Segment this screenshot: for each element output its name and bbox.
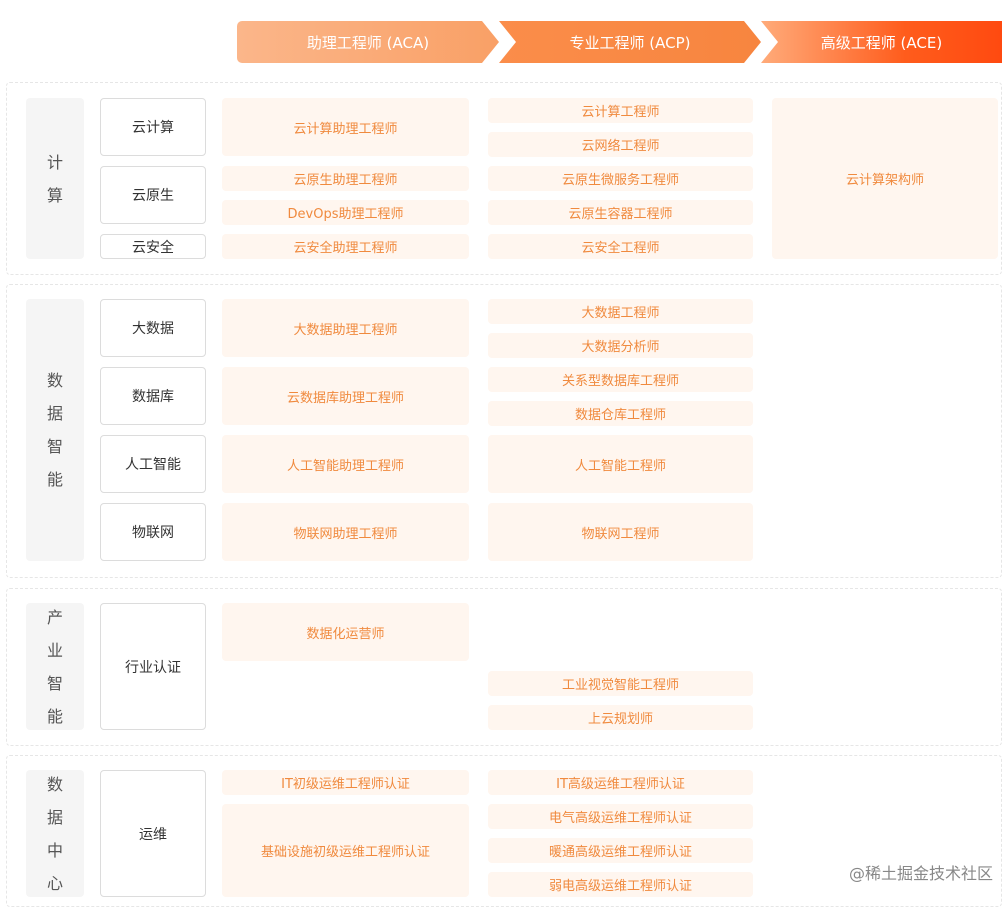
- cert-aca-cloud-native[interactable]: 云原生助理工程师: [222, 166, 469, 191]
- section-label-char: 智: [46, 437, 63, 456]
- cert-aca-iot[interactable]: 物联网助理工程师: [222, 503, 469, 561]
- section-label-char: 据: [46, 404, 63, 423]
- cert-aca-cloud-computing[interactable]: 云计算助理工程师: [222, 98, 469, 156]
- section-label-char: 数: [46, 774, 63, 794]
- section-label-data-intelligence: 数 据 智 能: [26, 299, 84, 561]
- subcategory-iot[interactable]: 物联网: [100, 503, 206, 561]
- cert-ace-cloud-architect[interactable]: 云计算架构师: [772, 98, 998, 259]
- cert-acp-big-data-analyst[interactable]: 大数据分析师: [488, 333, 753, 358]
- cert-acp-electrical-senior-ops[interactable]: 电气高级运维工程师认证: [488, 804, 753, 829]
- cert-acp-it-senior-ops[interactable]: IT高级运维工程师认证: [488, 770, 753, 795]
- cert-acp-industrial-vision[interactable]: 工业视觉智能工程师: [488, 671, 753, 696]
- section-label-char: 数: [46, 371, 63, 390]
- cert-acp-iot[interactable]: 物联网工程师: [488, 503, 753, 561]
- cert-aca-devops[interactable]: DevOps助理工程师: [222, 200, 469, 225]
- cert-aca-it-junior-ops[interactable]: IT初级运维工程师认证: [222, 770, 469, 795]
- cert-aca-infra-junior-ops[interactable]: 基础设施初级运维工程师认证: [222, 804, 469, 897]
- cert-aca-ai[interactable]: 人工智能助理工程师: [222, 435, 469, 493]
- section-label-industry-intelligence: 产 业 智 能: [26, 603, 84, 730]
- section-label-data-center: 数 据 中 心: [26, 770, 84, 897]
- subcategory-cloud-native[interactable]: 云原生: [100, 166, 206, 224]
- cert-acp-cloud-network[interactable]: 云网络工程师: [488, 132, 753, 157]
- section-label-char: 据: [46, 807, 63, 827]
- section-label-char: 智: [46, 673, 63, 693]
- cert-acp-data-warehouse[interactable]: 数据仓库工程师: [488, 401, 753, 426]
- level-acp-header: 专业工程师 (ACP): [499, 21, 761, 63]
- cert-acp-container[interactable]: 云原生容器工程师: [488, 200, 753, 225]
- section-label-char: 算: [46, 185, 63, 205]
- cert-acp-weak-current-senior-ops[interactable]: 弱电高级运维工程师认证: [488, 872, 753, 897]
- section-label-char: 中: [46, 840, 63, 860]
- section-label-char: 心: [46, 873, 63, 893]
- subcategory-industry-cert[interactable]: 行业认证: [100, 603, 206, 730]
- cert-acp-ai[interactable]: 人工智能工程师: [488, 435, 753, 493]
- subcategory-ops[interactable]: 运维: [100, 770, 206, 897]
- cert-aca-big-data[interactable]: 大数据助理工程师: [222, 299, 469, 357]
- section-label-compute: 计 算: [26, 98, 84, 259]
- section-label-char: 计: [46, 152, 63, 172]
- subcategory-cloud-security[interactable]: 云安全: [100, 234, 206, 259]
- level-aca-header: 助理工程师 (ACA): [237, 21, 499, 63]
- section-label-char: 产: [46, 607, 63, 627]
- cert-acp-big-data-engineer[interactable]: 大数据工程师: [488, 299, 753, 324]
- section-label-char: 业: [46, 640, 63, 660]
- section-label-char: 能: [46, 706, 63, 726]
- watermark: @稀土掘金技术社区: [848, 864, 993, 883]
- cert-acp-relational-db[interactable]: 关系型数据库工程师: [488, 367, 753, 392]
- level-ace-header: 高级工程师 (ACE): [761, 21, 1002, 63]
- cert-acp-hvac-senior-ops[interactable]: 暖通高级运维工程师认证: [488, 838, 753, 863]
- subcategory-big-data[interactable]: 大数据: [100, 299, 206, 357]
- cert-acp-microservices[interactable]: 云原生微服务工程师: [488, 166, 753, 191]
- subcategory-ai[interactable]: 人工智能: [100, 435, 206, 493]
- cert-aca-cloud-database[interactable]: 云数据库助理工程师: [222, 367, 469, 425]
- cert-acp-cloud-security[interactable]: 云安全工程师: [488, 234, 753, 259]
- cert-acp-cloud-planner[interactable]: 上云规划师: [488, 705, 753, 730]
- cert-acp-cloud-computing[interactable]: 云计算工程师: [488, 98, 753, 123]
- section-label-char: 能: [46, 470, 63, 489]
- cert-aca-cloud-security[interactable]: 云安全助理工程师: [222, 234, 469, 259]
- cert-aca-digital-ops[interactable]: 数据化运营师: [222, 603, 469, 661]
- subcategory-cloud-computing[interactable]: 云计算: [100, 98, 206, 156]
- subcategory-database[interactable]: 数据库: [100, 367, 206, 425]
